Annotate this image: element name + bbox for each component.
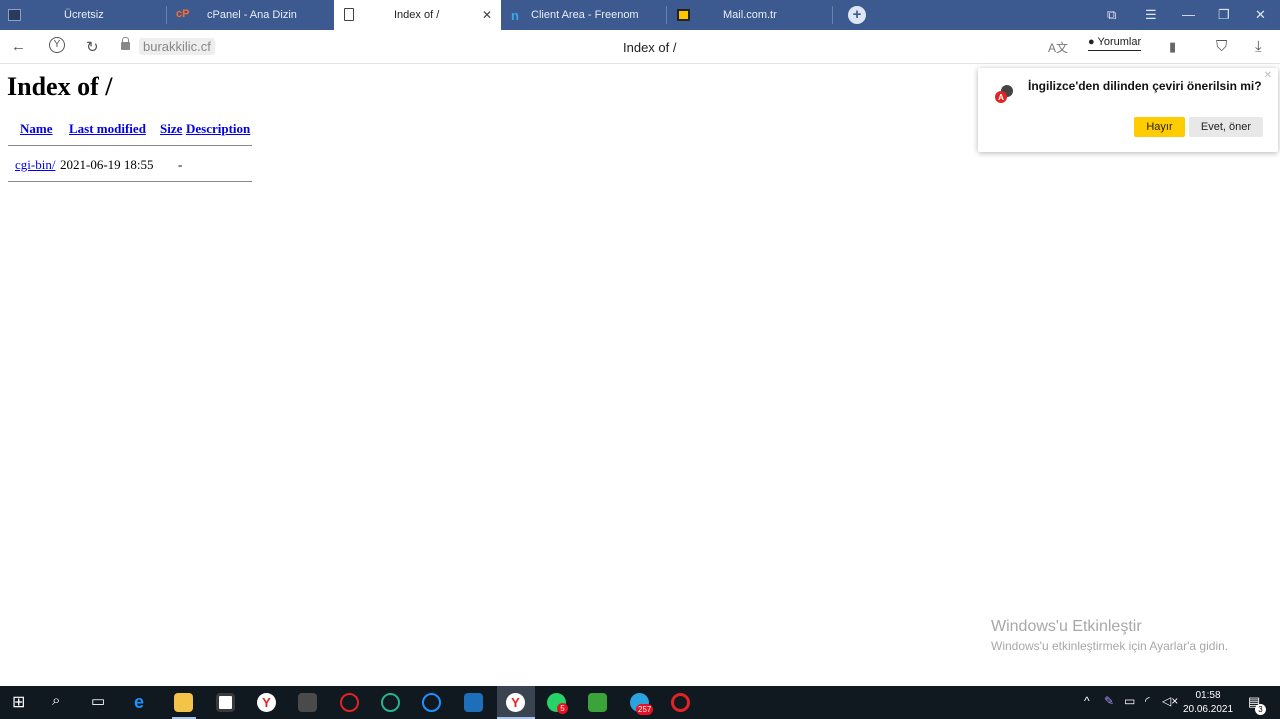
battery-icon[interactable]: ▭ bbox=[1124, 694, 1135, 708]
download-icon[interactable]: ⤓ bbox=[1255, 38, 1262, 55]
site-icon bbox=[8, 9, 21, 21]
ccleaner-icon[interactable] bbox=[422, 693, 441, 712]
file-explorer-icon[interactable] bbox=[174, 693, 193, 712]
tab-mail[interactable]: Mail.com.tr bbox=[667, 0, 833, 30]
telegram-badge: 257 bbox=[636, 704, 654, 715]
translate-icon[interactable]: A文 bbox=[1048, 39, 1068, 56]
freenom-icon: n bbox=[511, 8, 519, 23]
tab-freenom[interactable]: n Client Area - Freenom bbox=[501, 0, 667, 30]
entry-link[interactable]: cgi-bin/ bbox=[15, 157, 55, 172]
watermark-title: Windows'u Etkinleştir bbox=[991, 618, 1142, 635]
tab-label: Client Area - Freenom bbox=[531, 9, 639, 21]
yandex-icon[interactable]: Y bbox=[49, 37, 65, 53]
terminal-icon[interactable] bbox=[298, 693, 317, 712]
divider bbox=[8, 181, 252, 182]
sort-size-link[interactable]: Size bbox=[160, 121, 182, 136]
tab-label: Ücretsiz bbox=[64, 9, 104, 21]
tab-ucretsiz[interactable]: Ücretsiz bbox=[0, 0, 167, 30]
tab-label: cPanel - Ana Dizin bbox=[207, 9, 297, 21]
wifi-icon[interactable]: ◜ bbox=[1145, 694, 1150, 708]
translate-message: İngilizce'den dilinden çeviri önerilsin … bbox=[1028, 79, 1262, 93]
sort-description-link[interactable]: Description bbox=[186, 121, 250, 136]
maximize-icon[interactable]: ❐ bbox=[1218, 7, 1230, 23]
lock-icon bbox=[121, 37, 130, 50]
minimize-icon[interactable]: — bbox=[1182, 7, 1195, 22]
app-icon[interactable] bbox=[588, 693, 607, 712]
page-title: Index of / bbox=[623, 40, 677, 55]
bookmark-icon[interactable]: ▮ bbox=[1169, 39, 1176, 55]
watermark-subtitle: Windows'u etkinleştirmek için Ayarlar'a … bbox=[991, 639, 1229, 653]
tab-label: Mail.com.tr bbox=[723, 9, 777, 21]
task-view-icon[interactable]: ▭ bbox=[91, 692, 105, 710]
clock-time: 01:58 bbox=[1195, 690, 1221, 701]
sort-name-link[interactable]: Name bbox=[20, 121, 53, 136]
divider bbox=[8, 145, 252, 146]
entry-modified: 2021-06-19 18:55 bbox=[60, 157, 154, 172]
reload-icon[interactable]: ↻ bbox=[86, 38, 99, 56]
tab-cpanel[interactable]: cP cPanel - Ana Dizin bbox=[167, 0, 334, 30]
close-window-icon[interactable]: ✕ bbox=[1255, 7, 1266, 23]
new-tab-button[interactable]: + bbox=[848, 6, 866, 24]
game-icon[interactable] bbox=[340, 693, 359, 712]
comment-icon: ● bbox=[1088, 36, 1095, 48]
clock[interactable]: 01:58 20.06.2021 bbox=[1180, 689, 1236, 717]
tab-strip: Ücretsiz cP cPanel - Ana Dizin Index of … bbox=[0, 0, 1280, 30]
whatsapp-badge: 5 bbox=[557, 703, 568, 714]
yandex-browser-active-icon[interactable]: Y bbox=[506, 693, 525, 712]
search-icon[interactable]: ⌕ bbox=[52, 692, 60, 709]
url-field[interactable]: burakkilic.cf bbox=[139, 38, 215, 55]
address-bar: ← Y ↻ burakkilic.cf Index of / A文 ● Yoru… bbox=[0, 30, 1280, 64]
page-heading: Index of / bbox=[7, 72, 113, 101]
taskbar: ⊞ ⌕ ▭ e Y Y 5 257 ^ ✎ ▭ ◜ ◁× 01:58 20.06… bbox=[0, 686, 1280, 719]
activation-watermark: Windows'u Etkinleştir Windows'u etkinleş… bbox=[991, 618, 1228, 653]
store-icon[interactable] bbox=[216, 693, 235, 712]
opera-icon[interactable] bbox=[671, 693, 690, 712]
vpn-icon[interactable] bbox=[381, 693, 400, 712]
yandex-browser-icon[interactable]: Y bbox=[257, 693, 276, 712]
cpanel-icon: cP bbox=[176, 8, 190, 20]
tabs-menu-icon[interactable]: ⧉ bbox=[1107, 7, 1116, 23]
protect-icon[interactable]: ⛉ bbox=[1216, 38, 1227, 55]
back-icon[interactable]: ← bbox=[11, 38, 26, 55]
edge-icon[interactable]: e bbox=[134, 692, 144, 713]
close-icon[interactable]: ✕ bbox=[1264, 70, 1272, 81]
page-content: Index of / Name Last modified Size Descr… bbox=[0, 64, 1280, 686]
no-button[interactable]: Hayır bbox=[1134, 117, 1185, 137]
clock-date: 20.06.2021 bbox=[1182, 704, 1234, 715]
menu-icon[interactable]: ☰ bbox=[1145, 7, 1157, 23]
tab-label: Index of / bbox=[394, 9, 440, 21]
notification-badge: 3 bbox=[1255, 704, 1266, 715]
document-icon bbox=[344, 8, 354, 21]
entry-size: - bbox=[178, 157, 183, 172]
comments-label: Yorumlar bbox=[1097, 36, 1142, 48]
translate-icon: A bbox=[995, 85, 1013, 103]
comments-button[interactable]: ● Yorumlar bbox=[1088, 36, 1142, 51]
translate-popup: A İngilizce'den dilinden çeviri önerilsi… bbox=[978, 68, 1278, 152]
yes-button[interactable]: Evet, öner bbox=[1189, 117, 1263, 137]
volume-icon[interactable]: ◁× bbox=[1162, 694, 1178, 708]
shield-icon[interactable] bbox=[464, 693, 483, 712]
tab-close-icon[interactable]: ✕ bbox=[482, 8, 492, 22]
mail-icon bbox=[677, 9, 690, 21]
chevron-up-icon[interactable]: ^ bbox=[1084, 694, 1090, 708]
sort-modified-link[interactable]: Last modified bbox=[69, 121, 146, 136]
svg-text:A: A bbox=[998, 93, 1004, 102]
tab-index[interactable]: Index of / ✕ bbox=[334, 0, 501, 30]
pen-icon[interactable]: ✎ bbox=[1104, 694, 1114, 708]
start-icon[interactable]: ⊞ bbox=[12, 692, 25, 712]
